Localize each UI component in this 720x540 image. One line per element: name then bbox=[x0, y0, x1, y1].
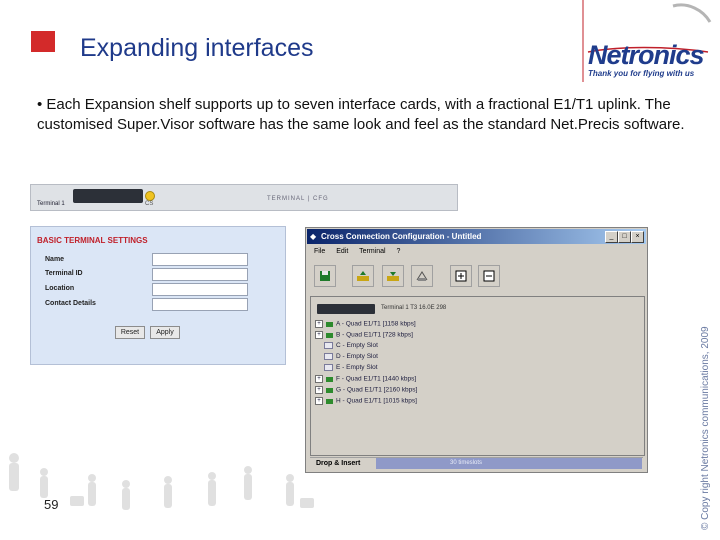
slot-label: G - Quad E1/T1 [2160 kbps] bbox=[336, 386, 418, 394]
tree-item-slot-b[interactable]: + B - Quad E1/T1 [728 kbps] bbox=[315, 331, 413, 340]
network-button[interactable] bbox=[411, 265, 433, 287]
device-label: Terminal 1 bbox=[37, 201, 65, 207]
maximize-button[interactable]: □ bbox=[618, 231, 631, 243]
add-connection-button[interactable] bbox=[450, 265, 472, 287]
status-bar: Drop & Insert 30 timeslots bbox=[310, 457, 643, 469]
slide-number: 59 bbox=[44, 497, 59, 512]
slot-label: A - Quad E1/T1 [1158 kbps] bbox=[336, 320, 416, 328]
remove-connection-icon bbox=[483, 270, 495, 282]
terminal-id-label: Terminal ID bbox=[45, 270, 83, 277]
crowd-background-illustration bbox=[9, 453, 314, 510]
menu-terminal[interactable]: Terminal bbox=[359, 248, 385, 255]
network-icon bbox=[416, 271, 428, 281]
download-icon bbox=[387, 272, 399, 281]
window-title: Cross Connection Configuration - Untitle… bbox=[321, 232, 482, 241]
panel-title: BASIC TERMINAL SETTINGS bbox=[37, 236, 148, 245]
location-label: Location bbox=[45, 285, 75, 292]
slot-label: H - Quad E1/T1 [1015 kbps] bbox=[336, 397, 417, 405]
expand-toggle[interactable]: + bbox=[315, 320, 323, 328]
menu-bar: File Edit Terminal ? bbox=[314, 248, 409, 255]
terminal-id-field[interactable] bbox=[152, 268, 248, 281]
tree-item-slot-a[interactable]: + A - Quad E1/T1 [1158 kbps] bbox=[315, 320, 416, 329]
connection-tree-panel: Terminal 1 T3 16.0E 298 + A - Quad E1/T1 … bbox=[310, 296, 645, 456]
menu-edit[interactable]: Edit bbox=[336, 248, 348, 255]
reset-button[interactable]: Reset bbox=[115, 326, 145, 339]
slot-label: D - Empty Slot bbox=[336, 353, 378, 361]
device-info: Terminal 1 T3 16.0E 298 bbox=[381, 305, 447, 311]
download-button[interactable] bbox=[382, 265, 404, 287]
tree-item-slot-g[interactable]: + G - Quad E1/T1 [2160 kbps] bbox=[315, 386, 417, 395]
terminal-device-icon bbox=[317, 304, 375, 314]
upload-icon bbox=[357, 271, 369, 281]
slide-title: Expanding interfaces bbox=[80, 34, 314, 62]
slot-label: F - Quad E1/T1 [1440 kbps] bbox=[336, 375, 417, 383]
remove-connection-button[interactable] bbox=[478, 265, 500, 287]
contact-details-field[interactable] bbox=[152, 298, 248, 311]
card-icon bbox=[326, 321, 333, 327]
strip-right-label[interactable]: TERMINAL | CFG bbox=[267, 196, 329, 202]
empty-slot-icon bbox=[324, 342, 333, 349]
expand-toggle[interactable]: + bbox=[315, 375, 323, 383]
app-icon: ◆ bbox=[310, 232, 317, 241]
toolbar bbox=[310, 261, 643, 289]
location-field[interactable] bbox=[152, 283, 248, 296]
menu-help[interactable]: ? bbox=[397, 248, 401, 255]
cross-connection-window: ◆ Cross Connection Configuration - Untit… bbox=[305, 227, 648, 473]
device-front-panel-icon bbox=[73, 189, 143, 203]
save-icon bbox=[320, 271, 330, 281]
tree-item-slot-h[interactable]: + H - Quad E1/T1 [1015 kbps] bbox=[315, 397, 417, 406]
window-titlebar[interactable]: ◆ Cross Connection Configuration - Untit… bbox=[307, 229, 646, 244]
contact-details-label: Contact Details bbox=[45, 300, 96, 307]
slot-label: B - Quad E1/T1 [728 kbps] bbox=[336, 331, 413, 339]
card-icon bbox=[326, 376, 333, 382]
minimize-button[interactable]: _ bbox=[605, 231, 618, 243]
close-button[interactable]: × bbox=[631, 231, 644, 243]
name-label: Name bbox=[45, 256, 65, 263]
logo-tagline: Thank you for flying with us bbox=[588, 69, 695, 78]
apply-button[interactable]: Apply bbox=[150, 326, 180, 339]
logo-wordmark: Netronics bbox=[588, 40, 705, 70]
empty-slot-icon bbox=[324, 364, 333, 371]
slide-body-text: • Each Expansion shelf supports up to se… bbox=[37, 96, 685, 133]
tree-item-slot-c[interactable]: C - Empty Slot bbox=[315, 342, 378, 351]
terminal-header-strip: Terminal 1 CS TERMINAL | CFG bbox=[30, 184, 458, 211]
copyright-notice: © Copy right Netronics communications, 2… bbox=[700, 326, 711, 530]
save-button[interactable] bbox=[314, 265, 336, 287]
card-icon bbox=[326, 387, 333, 393]
tree-item-slot-f[interactable]: + F - Quad E1/T1 [1440 kbps] bbox=[315, 375, 416, 384]
empty-slot-icon bbox=[324, 353, 333, 360]
expand-toggle[interactable]: + bbox=[315, 331, 323, 339]
slot-label: E - Empty Slot bbox=[336, 364, 378, 372]
upload-button[interactable] bbox=[352, 265, 374, 287]
add-connection-icon bbox=[455, 270, 467, 282]
basic-terminal-settings-panel: BASIC TERMINAL SETTINGS Name Terminal ID… bbox=[30, 226, 286, 365]
status-led-icon bbox=[145, 191, 155, 201]
menu-file[interactable]: File bbox=[314, 248, 325, 255]
timeslot-bar bbox=[376, 458, 642, 469]
tree-item-slot-e[interactable]: E - Empty Slot bbox=[315, 364, 378, 373]
card-icon bbox=[326, 332, 333, 338]
tree-item-slot-d[interactable]: D - Empty Slot bbox=[315, 353, 378, 362]
timeslot-text: 30 timeslots bbox=[450, 460, 483, 466]
slot-label: C - Empty Slot bbox=[336, 342, 378, 350]
expand-toggle[interactable]: + bbox=[315, 386, 323, 394]
name-field[interactable] bbox=[152, 253, 248, 266]
title-bullet-square bbox=[31, 31, 55, 52]
cs-label: CS bbox=[145, 201, 154, 207]
